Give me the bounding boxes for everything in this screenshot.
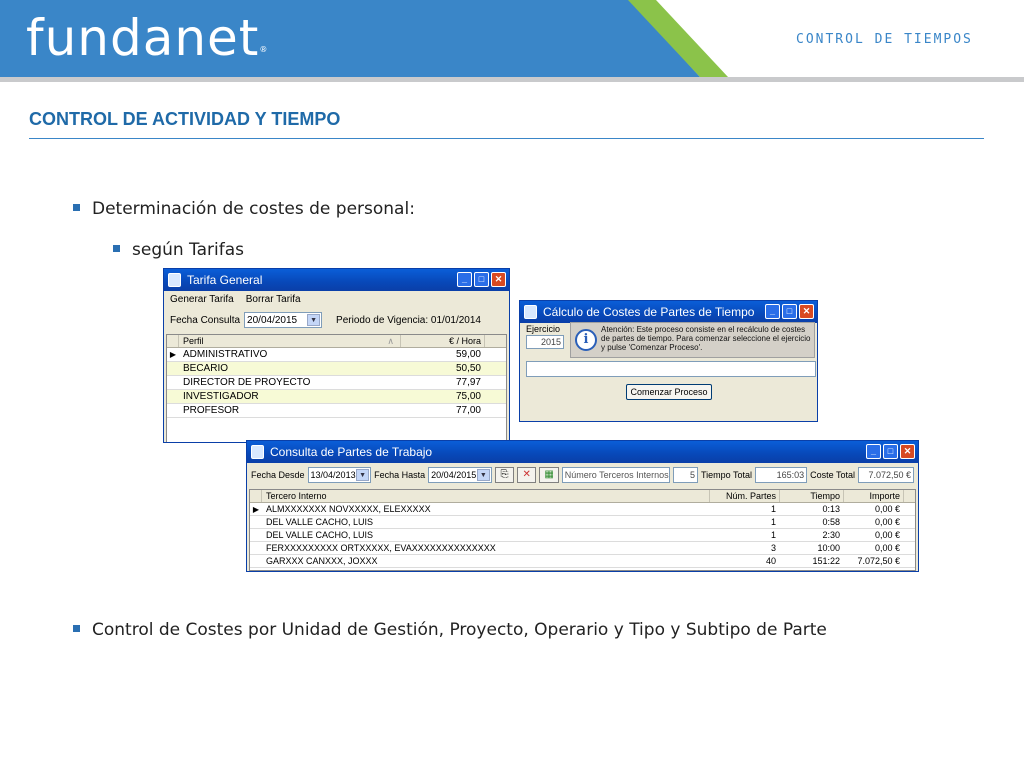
tarifa-titlebar: Tarifa General _ □ ✕	[164, 269, 509, 291]
row-pointer-icon: ▶	[252, 505, 260, 514]
close-icon[interactable]: ✕	[491, 272, 506, 287]
coste-total-value: 7.072,50 €	[858, 467, 914, 483]
num-terceros-value: 5	[672, 467, 698, 483]
col-num-partes[interactable]: Núm. Partes	[710, 490, 780, 502]
table-row[interactable]: INVESTIGADOR 75,00	[167, 390, 506, 404]
page-title: CONTROL DE ACTIVIDAD Y TIEMPO	[29, 109, 341, 129]
minimize-icon[interactable]: _	[866, 444, 881, 459]
info-icon: i	[575, 329, 597, 351]
info-panel: i Atención: Este proceso consiste en el …	[570, 322, 815, 358]
bullet-square-icon	[113, 244, 120, 252]
section-label: CONTROL DE TIEMPOS	[796, 32, 973, 47]
info-text: Atención: Este proceso consiste en el re…	[601, 325, 811, 352]
minimize-icon[interactable]: _	[457, 272, 472, 287]
fecha-hasta-label: Fecha Hasta	[374, 470, 426, 480]
export-icon[interactable]: ⎘	[494, 467, 515, 483]
fecha-consulta-select[interactable]: 20/04/2015 ▼	[244, 312, 323, 328]
calculo-titlebar: Cálculo de Costes de Partes de Tiempo _ …	[520, 301, 817, 323]
fecha-desde-label: Fecha Desde	[251, 470, 305, 480]
col-eur-hora[interactable]: € / Hora	[401, 335, 485, 347]
fecha-desde-select[interactable]: 13/04/2013 ▼	[307, 467, 372, 483]
bullet-control-costes: Control de Costes por Unidad de Gestión,…	[73, 620, 827, 640]
minimize-icon[interactable]: _	[765, 304, 780, 319]
close-icon[interactable]: ✕	[799, 304, 814, 319]
consulta-grid-header: Tercero Interno Núm. Partes Tiempo Impor…	[250, 490, 915, 503]
num-terceros-label: Número Terceros Internos	[561, 467, 670, 483]
menu-generar-tarifa[interactable]: Generar Tarifa	[170, 294, 234, 305]
fecha-consulta-label: Fecha Consulta	[170, 314, 241, 326]
col-perfil[interactable]: Perfil ∧	[179, 335, 401, 347]
tarifa-menu: Generar Tarifa Borrar Tarifa	[164, 291, 509, 308]
slide-header: fundanet® CONTROL DE TIEMPOS	[0, 0, 1024, 77]
bullet-square-icon	[73, 624, 80, 632]
table-row[interactable]: DIRECTOR DE PROYECTO 77,97	[167, 376, 506, 390]
chevron-down-icon[interactable]: ▼	[356, 469, 370, 481]
calculo-costes-window: Cálculo de Costes de Partes de Tiempo _ …	[519, 300, 818, 422]
table-row[interactable]: BECARIO 50,50	[167, 362, 506, 376]
col-tercero-interno[interactable]: Tercero Interno	[262, 490, 710, 502]
excel-export-icon[interactable]: ✕	[517, 467, 537, 483]
consulta-partes-window: Consulta de Partes de Trabajo _ □ ✕ Fech…	[246, 440, 919, 572]
tarifa-grid-header: Perfil ∧ € / Hora	[167, 335, 506, 348]
tarifa-grid: Perfil ∧ € / Hora ▶ ADMINISTRATIVO 59,00 …	[166, 334, 507, 442]
window-app-icon	[168, 273, 181, 287]
tiempo-total-value: 165:03	[754, 467, 808, 483]
table-row[interactable]: ▶ ADMINISTRATIVO 59,00	[167, 348, 506, 362]
ejercicio-label: Ejercicio	[526, 324, 561, 334]
table-row[interactable]: ▶ ALMXXXXXXX NOVXXXXX, ELEXXXXX 1 0:13 0…	[250, 503, 915, 516]
maximize-icon[interactable]: □	[782, 304, 797, 319]
maximize-icon[interactable]: □	[474, 272, 489, 287]
bullet-costes-personal: Determinación de costes de personal:	[73, 199, 415, 219]
window-app-icon	[524, 305, 537, 319]
table-row[interactable]: PROFESOR 77,00	[167, 404, 506, 418]
fecha-hasta-select[interactable]: 20/04/2015 ▼	[428, 467, 492, 483]
close-icon[interactable]: ✕	[900, 444, 915, 459]
tarifa-general-window: Tarifa General _ □ ✕ Generar Tarifa Borr…	[163, 268, 510, 443]
progress-bar	[526, 361, 816, 377]
table-row[interactable]: FERXXXXXXXXX ORTXXXXX, EVAXXXXXXXXXXXXXX…	[250, 542, 915, 555]
window-app-icon	[251, 445, 264, 459]
table-row[interactable]: GARXXX CANXXX, JOXXX 40 151:22 7.072,50 …	[250, 555, 915, 568]
chevron-down-icon[interactable]: ▼	[307, 314, 321, 326]
menu-borrar-tarifa[interactable]: Borrar Tarifa	[246, 294, 301, 305]
comenzar-proceso-button[interactable]: Comenzar Proceso	[626, 384, 712, 400]
title-rule	[29, 138, 984, 139]
bullet-segun-tarifas: según Tarifas	[113, 240, 244, 260]
row-pointer-icon: ▶	[169, 350, 177, 359]
maximize-icon[interactable]: □	[883, 444, 898, 459]
coste-total-label: Coste Total	[810, 470, 855, 480]
chevron-down-icon[interactable]: ▼	[476, 469, 490, 481]
header-gray-rule	[0, 77, 1024, 82]
col-importe[interactable]: Importe	[844, 490, 904, 502]
consulta-grid: Tercero Interno Núm. Partes Tiempo Impor…	[249, 489, 916, 571]
periodo-vigencia-label: Periodo de Vigencia: 01/01/2014	[336, 314, 481, 326]
col-tiempo[interactable]: Tiempo	[780, 490, 844, 502]
table-row[interactable]: DEL VALLE CACHO, LUIS 1 0:58 0,00 €	[250, 516, 915, 529]
consulta-titlebar: Consulta de Partes de Trabajo _ □ ✕	[247, 441, 918, 463]
tarifa-filter-bar: Fecha Consulta 20/04/2015 ▼ Periodo de V…	[164, 308, 509, 331]
fundanet-logo: fundanet®	[26, 9, 269, 67]
sort-asc-icon: ∧	[387, 336, 394, 346]
bullet-square-icon	[73, 203, 80, 211]
tiempo-total-label: Tiempo Total	[700, 470, 752, 480]
consulta-filter-bar: Fecha Desde 13/04/2013 ▼ Fecha Hasta 20/…	[247, 463, 918, 487]
ejercicio-input[interactable]: 2015	[526, 335, 564, 349]
spreadsheet-icon[interactable]: ▦	[539, 467, 559, 483]
table-row[interactable]: DEL VALLE CACHO, LUIS 1 2:30 0,00 €	[250, 529, 915, 542]
